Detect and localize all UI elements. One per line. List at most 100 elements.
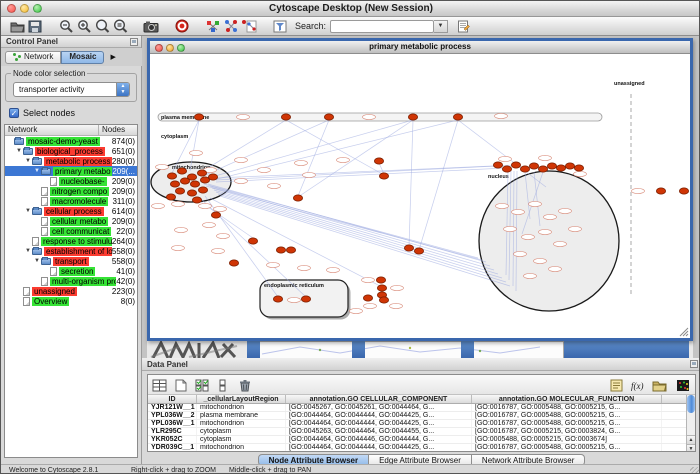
attribute-row[interactable]: YLR295Ccytoplasm[GO:0045263, GO:0044464,… — [148, 428, 695, 436]
background-window-edge[interactable] — [247, 341, 260, 358]
tree-row[interactable]: nitrogen compo209(0) — [5, 186, 137, 196]
cell[interactable]: mitochondrion — [197, 404, 286, 411]
expand-arrow-icon[interactable]: ▼ — [25, 206, 32, 216]
network-node[interactable] — [453, 114, 462, 120]
cell[interactable]: [GO:0016787, GO:0005215, GO:0003824, G..… — [472, 428, 662, 435]
scrollbar-thumb[interactable] — [687, 395, 695, 413]
network-node[interactable] — [192, 197, 201, 203]
zoom-button[interactable] — [33, 4, 42, 13]
expand-arrow-icon[interactable]: ▼ — [34, 166, 41, 176]
snapshot-icon[interactable] — [142, 18, 160, 34]
attribute-row[interactable]: YPL036W__2plasma membrane[GO:0044464, GO… — [148, 412, 695, 420]
network-node[interactable] — [276, 247, 285, 253]
frame-minimize-button[interactable] — [166, 44, 174, 52]
search-input[interactable] — [330, 20, 434, 33]
open-session-icon[interactable] — [8, 18, 26, 34]
network-node[interactable] — [404, 245, 413, 251]
network-node[interactable] — [166, 194, 175, 200]
float-panel-icon[interactable] — [690, 360, 698, 368]
cell[interactable]: [GO:0044464, GO:0044444, GO:0044425, G..… — [286, 420, 472, 427]
new-attribute-icon[interactable] — [172, 377, 189, 393]
background-window[interactable] — [259, 341, 564, 358]
minimize-button[interactable] — [20, 4, 29, 13]
network-node[interactable] — [198, 187, 207, 193]
cell[interactable]: cytoplasm — [197, 436, 286, 443]
attribute-row[interactable]: YPL036W__1mitochondrion[GO:0044464, GO:0… — [148, 420, 695, 428]
network-node[interactable] — [170, 181, 179, 187]
network-view-titlebar[interactable]: primary metabolic process — [150, 41, 690, 54]
tree-row[interactable]: macromolecule311(0) — [5, 196, 137, 206]
cell[interactable]: [GO:0016787, GO:0005488, GO:0005215, G..… — [472, 444, 662, 451]
tree-row[interactable]: ▼primary metabo209(... — [5, 166, 137, 176]
help-icon[interactable] — [173, 18, 191, 34]
tree-row[interactable]: cell communicat22(0) — [5, 226, 137, 236]
network-node[interactable] — [556, 165, 565, 171]
cell[interactable]: YKR052C — [148, 436, 197, 443]
expand-arrow-icon[interactable]: ▼ — [34, 256, 41, 266]
cell[interactable]: [GO:0016787, GO:0005488, GO:0005215, G..… — [472, 412, 662, 419]
network-node[interactable] — [177, 168, 186, 174]
network-node[interactable] — [324, 114, 333, 120]
tree-row[interactable]: ▼biological_process651(0) — [5, 146, 137, 156]
network-node[interactable] — [180, 178, 189, 184]
zoom-selected-icon[interactable] — [111, 18, 129, 34]
cell[interactable]: [GO:0044464, GO:0044444, GO:0044425, G..… — [286, 412, 472, 419]
zoom-out-icon[interactable] — [57, 18, 75, 34]
network-node[interactable] — [520, 166, 529, 172]
tree-row[interactable]: ▼metabolic process280(0) — [5, 156, 137, 166]
background-window-edge[interactable] — [564, 341, 689, 358]
cell[interactable]: [GO:0016787, GO:0005488, GO:0005215, G..… — [472, 404, 662, 411]
network-node[interactable] — [529, 163, 538, 169]
tab-mosaic[interactable]: Mosaic — [61, 51, 104, 64]
network-node[interactable] — [379, 173, 388, 179]
network-node[interactable] — [286, 247, 295, 253]
select-attributes-icon[interactable] — [193, 377, 210, 393]
network-node[interactable] — [281, 114, 290, 120]
frame-close-button[interactable] — [155, 44, 163, 52]
tree-row[interactable]: response to stimulu264(0) — [5, 236, 137, 246]
attribute-matrix-icon[interactable] — [151, 377, 168, 393]
zoom-in-icon[interactable] — [75, 18, 93, 34]
cell[interactable]: cytoplasm — [197, 428, 286, 435]
new-network-view-icon[interactable] — [240, 18, 258, 34]
network-node[interactable] — [208, 174, 217, 180]
scroll-up-arrow[interactable]: ▲ — [687, 435, 695, 444]
network-node[interactable] — [211, 212, 220, 218]
vizmapper-icon[interactable] — [204, 18, 222, 34]
save-session-icon[interactable] — [26, 18, 44, 34]
col-cellular-component[interactable]: annotation.GO CELLULAR_COMPONENT — [286, 395, 472, 403]
cell[interactable]: YPL036W__2 — [148, 412, 197, 419]
network-node[interactable] — [167, 173, 176, 179]
background-window-edge[interactable] — [352, 341, 365, 358]
tree-row[interactable]: ▼cellular process614(0) — [5, 206, 137, 216]
tree-row[interactable]: unassigned223(0) — [5, 286, 137, 296]
cell[interactable]: plasma membrane — [197, 412, 286, 419]
cell[interactable]: [GO:0045267, GO:0045261, GO:0044464, G..… — [286, 404, 472, 411]
network-node[interactable] — [414, 248, 423, 254]
float-panel-icon[interactable] — [130, 38, 138, 46]
network-node[interactable] — [379, 297, 388, 303]
function-builder-icon[interactable]: f(x) — [629, 377, 646, 393]
search-dropdown-button[interactable]: ▼ — [434, 20, 448, 33]
cell[interactable]: YDR039C__1 — [148, 444, 197, 451]
cell[interactable]: [GO:0016787, GO:0005488, GO:0005215, G..… — [472, 420, 662, 427]
attribute-notes-icon[interactable] — [608, 377, 625, 393]
frame-zoom-button[interactable] — [177, 44, 185, 52]
filter-icon[interactable] — [271, 18, 289, 34]
attribute-row[interactable]: YJR121W__1mitochondrion[GO:0045267, GO:0… — [148, 404, 695, 412]
tree-row[interactable]: Overview8(0) — [5, 296, 137, 306]
network-node[interactable] — [248, 238, 257, 244]
network-node[interactable] — [538, 166, 547, 172]
network-node[interactable] — [502, 166, 511, 172]
scroll-down-arrow[interactable]: ▼ — [687, 444, 695, 452]
tree-col-nodes[interactable]: Nodes — [99, 125, 137, 135]
attribute-row[interactable]: YDR039C__1mitochondrion[GO:0044464, GO:0… — [148, 444, 695, 452]
zoom-fit-icon[interactable] — [93, 18, 111, 34]
cell[interactable]: [GO:0044464, GO:0044446, GO:0044444, G..… — [286, 436, 472, 443]
network-node[interactable] — [363, 295, 372, 301]
tree-row[interactable]: secretion41(0) — [5, 266, 137, 276]
network-node[interactable] — [197, 170, 206, 176]
network-node[interactable] — [511, 162, 520, 168]
network-node[interactable] — [374, 158, 383, 164]
tree-row[interactable]: nucleobase-209(0) — [5, 176, 137, 186]
